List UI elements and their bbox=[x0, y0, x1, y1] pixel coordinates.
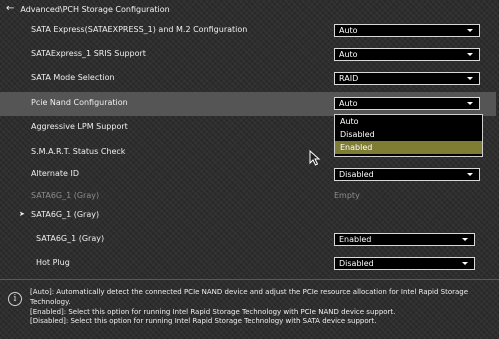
select-value: Disabled bbox=[339, 170, 374, 179]
setting-pcie-nand-config[interactable]: Pcie Nand Configuration Auto bbox=[0, 92, 496, 116]
select-value: RAID bbox=[339, 74, 359, 83]
select-value: Enabled bbox=[339, 235, 372, 244]
hot-plug-select[interactable]: Disabled bbox=[334, 257, 475, 270]
help-text: [Auto]: Automatically detect the connect… bbox=[30, 288, 490, 327]
help-line-disabled: [Disabled]: Select this option for runni… bbox=[30, 317, 377, 326]
select-value: Auto bbox=[339, 99, 358, 108]
setting-label: S.M.A.R.T. Status Check bbox=[31, 147, 126, 156]
setting-label: Alternate ID bbox=[31, 169, 79, 178]
select-value: Auto bbox=[339, 26, 358, 35]
chevron-down-icon bbox=[467, 102, 473, 105]
group-label: SATA6G_1 (Gray) bbox=[31, 210, 100, 219]
sataexpress-m2-select[interactable]: Auto bbox=[334, 24, 480, 37]
sris-support-select[interactable]: Auto bbox=[334, 48, 480, 61]
port-label: SATA6G_1 (Gray) bbox=[31, 191, 100, 200]
setting-label: SATAExpress_1 SRIS Support bbox=[31, 49, 146, 58]
chevron-down-icon bbox=[467, 173, 473, 176]
sata6g1-port-select[interactable]: Enabled bbox=[334, 233, 475, 246]
select-value: Auto bbox=[339, 50, 358, 59]
setting-label: Hot Plug bbox=[36, 258, 70, 267]
help-line-enabled: [Enabled]: Select this option for runnin… bbox=[30, 307, 396, 316]
dropdown-option-auto[interactable]: Auto bbox=[335, 115, 482, 128]
setting-hot-plug[interactable]: Hot Plug Disabled bbox=[0, 252, 496, 276]
select-value: Disabled bbox=[339, 259, 374, 268]
breadcrumb: ← Advanced\PCH Storage Configuration bbox=[6, 2, 170, 16]
chevron-down-icon bbox=[462, 262, 468, 265]
port-sata6g1-group[interactable]: ➤ SATA6G_1 (Gray) bbox=[0, 204, 496, 228]
setting-label: SATA Express(SATAEXPRESS_1) and M.2 Conf… bbox=[31, 25, 248, 34]
mouse-cursor-icon bbox=[309, 150, 321, 166]
dropdown-option-enabled[interactable]: Enabled bbox=[335, 141, 482, 154]
help-line-auto: [Auto]: Automatically detect the connect… bbox=[30, 288, 469, 306]
chevron-down-icon bbox=[462, 238, 468, 241]
help-panel: i [Auto]: Automatically detect the conne… bbox=[0, 280, 499, 339]
setting-label: SATA Mode Selection bbox=[31, 73, 115, 82]
chevron-down-icon bbox=[467, 29, 473, 32]
setting-sata-mode[interactable]: SATA Mode Selection RAID bbox=[0, 67, 496, 91]
alternate-id-select[interactable]: Disabled bbox=[334, 168, 480, 181]
setting-sata6g1-port[interactable]: SATA6G_1 (Gray) Enabled bbox=[0, 228, 496, 252]
port-status: Empty bbox=[334, 191, 360, 200]
setting-sataexpress-m2-config[interactable]: SATA Express(SATAEXPRESS_1) and M.2 Conf… bbox=[0, 19, 496, 43]
setting-alternate-id[interactable]: Alternate ID Disabled bbox=[0, 163, 496, 187]
sata-mode-select[interactable]: RAID bbox=[334, 72, 480, 85]
pcie-nand-select[interactable]: Auto bbox=[334, 97, 480, 110]
chevron-down-icon bbox=[467, 53, 473, 56]
chevron-down-icon bbox=[467, 77, 473, 80]
dropdown-option-disabled[interactable]: Disabled bbox=[335, 128, 482, 141]
setting-label: Pcie Nand Configuration bbox=[31, 98, 128, 107]
setting-label: Aggressive LPM Support bbox=[31, 122, 128, 131]
pcie-nand-dropdown-list[interactable]: Auto Disabled Enabled bbox=[334, 114, 483, 157]
info-icon: i bbox=[8, 292, 22, 306]
expand-arrow-icon: ➤ bbox=[19, 210, 25, 218]
breadcrumb-text: Advanced\PCH Storage Configuration bbox=[20, 4, 170, 14]
setting-label: SATA6G_1 (Gray) bbox=[36, 234, 105, 243]
setting-sris-support[interactable]: SATAExpress_1 SRIS Support Auto bbox=[0, 43, 496, 67]
back-arrow-icon[interactable]: ← bbox=[6, 4, 14, 14]
